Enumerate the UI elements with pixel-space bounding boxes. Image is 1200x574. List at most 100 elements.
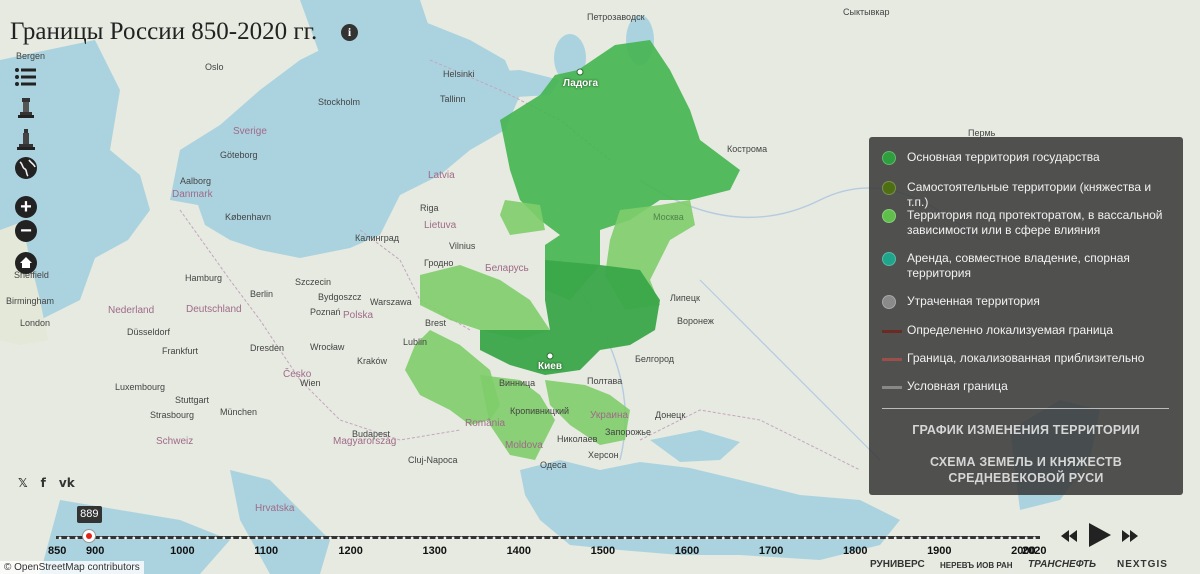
legend-item: Территория под протекторатом, в вассальн… [882, 208, 1174, 238]
map-city-label: Винница [499, 378, 536, 388]
map-city-label: Oslo [205, 62, 224, 72]
legend-swatch [882, 252, 896, 266]
timeline-start-label: 850 [48, 545, 67, 557]
globe-icon[interactable] [14, 156, 38, 180]
menu-icon[interactable] [14, 65, 38, 89]
map-city-label: Dresden [250, 343, 285, 353]
map-city-label: Helsinki [443, 69, 475, 79]
map-city-label: Гродно [424, 258, 454, 268]
legend-swatch [882, 181, 896, 195]
map-city-label: Донецк [655, 410, 686, 420]
map-attribution[interactable]: © OpenStreetMap contributors [0, 561, 144, 574]
map-city-label: Düsseldorf [127, 327, 171, 337]
monument-icon[interactable] [14, 127, 38, 151]
legend-divider [882, 408, 1169, 409]
timeline-slider[interactable] [56, 533, 1040, 543]
map-city-label: Riga [420, 203, 439, 213]
page-title: Границы России 850-2020 гг. [10, 18, 318, 45]
map-city-label: München [220, 407, 258, 417]
capital-marker [576, 68, 584, 76]
map-city-label: Warszawa [370, 297, 412, 307]
map-city-label: Stuttgart [175, 395, 210, 405]
sponsor-logo[interactable]: NEXTGIS [1117, 559, 1168, 570]
map-city-label: Bergen [16, 51, 46, 61]
rewind-icon[interactable] [1061, 529, 1077, 547]
timeline-end-label: 2020 [1022, 545, 1047, 557]
legend-item: Аренда, совместное владение, спорная тер… [882, 251, 1174, 281]
timeline-tick-label: 1500 [590, 545, 616, 557]
map-country-label: Lietuva [424, 220, 457, 231]
sponsor-logo[interactable]: НЕРЕВЪ ИОВ РАН [940, 561, 1013, 570]
timeline-tick-label: 1800 [842, 545, 868, 557]
timeline-tick-label: 900 [86, 545, 105, 557]
ruler-icon[interactable] [14, 96, 38, 120]
map-country-label: Deutschland [186, 304, 242, 315]
map-city-label: Stockholm [318, 97, 361, 107]
home-icon[interactable] [14, 251, 38, 275]
map-country-label: Sverige [233, 126, 267, 137]
map-city-label: Birmingham [6, 296, 55, 306]
play-icon[interactable] [1089, 523, 1111, 552]
timeline-tick-label: 1200 [338, 545, 363, 557]
map-city-label: Brest [425, 318, 447, 328]
facebook-icon[interactable]: f [41, 476, 46, 490]
map-city-label: Lublin [403, 337, 428, 347]
legend-item: Основная территория государства [882, 150, 1174, 165]
legend-item: Утраченная территория [882, 294, 1174, 309]
map-country-label: România [465, 418, 506, 429]
map-city-label: Кропивницкий [510, 406, 570, 416]
map-city-label: Cluj-Napoca [408, 455, 458, 465]
timeline-tick-label: 1600 [674, 545, 700, 557]
map-country-label: Magyarország [333, 436, 397, 447]
legend-line [882, 330, 902, 333]
map-city-label: Strasbourg [150, 410, 195, 420]
map-city-label: Luxembourg [115, 382, 166, 392]
legend-item: Граница, локализованная приблизительно [882, 351, 1174, 366]
legend-swatch [882, 209, 896, 223]
map-city-label: Szczecin [295, 277, 332, 287]
legend-label: Граница, локализованная приблизительно [907, 351, 1145, 365]
map-city-label: Белгород [635, 354, 675, 364]
current-year-label: 889 [76, 506, 102, 523]
map-country-label: Danmark [172, 189, 213, 200]
zoom-in-button[interactable]: + [15, 196, 37, 218]
territory-chart-button[interactable]: ГРАФИК ИЗМЕНЕНИЯ ТЕРРИТОРИИ [889, 422, 1163, 438]
map-city-label: Kraków [357, 356, 388, 366]
legend-label: Утраченная территория [907, 294, 1040, 308]
timeline-handle[interactable] [81, 529, 96, 543]
map-territory-label: Москва [653, 212, 684, 222]
map-city-label: Липецк [670, 293, 700, 303]
scheme-button-line2: СРЕДНЕВЕКОВОЙ РУСИ [948, 471, 1104, 485]
legend-swatch [882, 151, 896, 165]
timeline-tick-label: 1300 [422, 545, 447, 557]
map-city-label: Николаев [557, 434, 598, 444]
map-city-label: Göteborg [220, 150, 258, 160]
map-city-label: Bydgoszcz [318, 292, 362, 302]
legend-label: Определенно локализуемая граница [907, 323, 1114, 337]
map-city-label: Poznań [310, 307, 341, 317]
timeline-tick-label: 1000 [170, 545, 195, 557]
map-country-label: Polska [343, 310, 374, 321]
map-city-label: Кострома [727, 144, 768, 154]
map-city-label: Berlin [250, 289, 274, 299]
map-city-label: Воронеж [677, 316, 714, 326]
zoom-out-button[interactable]: − [15, 220, 37, 242]
map-city-label: Tallinn [440, 94, 466, 104]
map-country-label: Česko [283, 369, 312, 380]
legend-line [882, 358, 902, 361]
vk-icon[interactable]: vk [59, 476, 75, 490]
medieval-lands-scheme-button[interactable]: СХЕМА ЗЕМЕЛЬ И КНЯЖЕСТВ СРЕДНЕВЕКОВОЙ РУ… [889, 454, 1163, 486]
fast-forward-icon[interactable] [1122, 529, 1138, 547]
legend-swatch [882, 295, 896, 309]
map-city-label: Hamburg [185, 273, 223, 283]
sponsor-logo[interactable]: РУНИВЕРС [870, 559, 925, 570]
legend-label: Территория под протекторатом, в вассальн… [907, 208, 1163, 237]
twitter-icon[interactable]: 𝕏 [18, 476, 28, 490]
timeline-tick-label: 1700 [758, 545, 784, 557]
map-country-label: Hrvatska [255, 503, 295, 514]
legend-item: Определенно локализуемая граница [882, 323, 1174, 338]
sponsor-logo[interactable]: ТРАНСНЕФТЬ [1028, 559, 1096, 570]
info-icon[interactable]: i [341, 24, 358, 41]
map-city-label: Калинград [355, 233, 400, 243]
map-capital-ladoga: Ладога [563, 78, 599, 89]
